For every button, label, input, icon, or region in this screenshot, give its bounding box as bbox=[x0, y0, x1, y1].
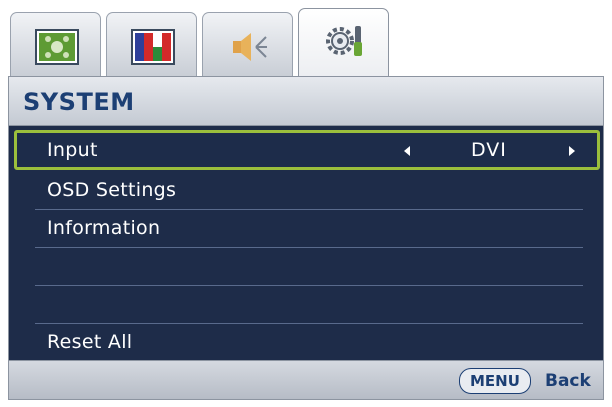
tab-audio[interactable] bbox=[202, 12, 293, 76]
menu-item-label: Input bbox=[47, 139, 98, 161]
menu-item-label: Reset All bbox=[47, 331, 133, 353]
tab-color[interactable] bbox=[106, 12, 197, 76]
page-title: SYSTEM bbox=[23, 88, 135, 116]
arrow-right-icon[interactable] bbox=[569, 146, 575, 156]
menu-item-input[interactable]: Input DVI bbox=[14, 130, 600, 170]
menu-item-empty bbox=[35, 285, 583, 324]
tab-strip bbox=[10, 8, 606, 78]
menu-footer: MENU Back bbox=[8, 360, 604, 400]
menu-list: Input DVI OSD Settings Information Reset… bbox=[8, 126, 604, 360]
tab-system[interactable] bbox=[298, 8, 389, 78]
menu-item-reset-all[interactable]: Reset All bbox=[35, 323, 583, 361]
picture-adjust-icon bbox=[35, 29, 79, 65]
menu-item-empty bbox=[35, 247, 583, 286]
menu-item-label: OSD Settings bbox=[47, 179, 177, 201]
menu-header: SYSTEM bbox=[8, 76, 604, 126]
osd-menu: SYSTEM Input DVI OSD Settings Informatio… bbox=[0, 0, 612, 407]
speaker-volume-icon bbox=[233, 33, 267, 61]
color-bars-icon bbox=[131, 29, 175, 65]
back-label: Back bbox=[545, 371, 591, 391]
menu-button[interactable]: MENU bbox=[459, 368, 531, 394]
menu-item-label: Information bbox=[47, 217, 161, 239]
gear-wrench-icon bbox=[326, 26, 362, 56]
menu-item-osd-settings[interactable]: OSD Settings bbox=[35, 171, 583, 210]
menu-item-information[interactable]: Information bbox=[35, 209, 583, 248]
arrow-left-icon[interactable] bbox=[404, 146, 410, 156]
tab-picture[interactable] bbox=[10, 12, 101, 76]
input-value: DVI bbox=[471, 139, 507, 161]
